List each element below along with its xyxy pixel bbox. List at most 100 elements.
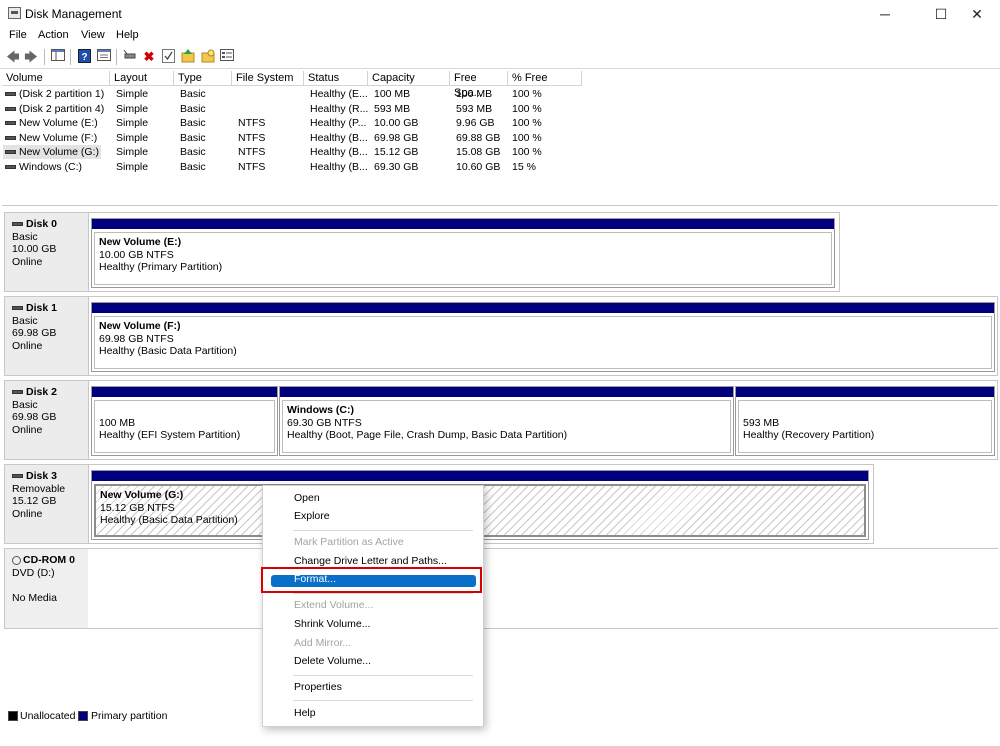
cell-free-space: 15.08 GB <box>456 146 501 158</box>
table-row[interactable]: (Disk 2 partition 1) Simple Basic Health… <box>2 87 998 102</box>
cell-status: Healthy (B... <box>310 160 368 173</box>
partition-size: 10.00 GB NTFS <box>99 248 174 261</box>
disk-icon <box>12 222 23 227</box>
legend-swatch-unallocated <box>8 711 18 721</box>
volume-list: Volume Layout Type File System Status Ca… <box>2 71 998 206</box>
new-folder-icon[interactable] <box>200 49 216 65</box>
disk-size: 10.00 GB <box>12 243 57 255</box>
column-header-capacity[interactable]: Capacity <box>368 71 450 86</box>
volume-icon <box>5 150 16 155</box>
close-button[interactable]: ✕ <box>954 0 1000 28</box>
menu-item-explore[interactable]: Explore <box>294 510 330 522</box>
connect-icon[interactable] <box>122 49 138 65</box>
column-header-free-space[interactable]: Free Spa... <box>450 71 508 99</box>
cell-free-space: 593 MB <box>456 102 493 115</box>
disk-status: Online <box>12 507 43 520</box>
cdrom-0-label[interactable]: CD-ROM 0 DVD (D:) No Media <box>4 548 90 629</box>
disk-icon <box>12 390 23 395</box>
menu-item-change-drive-letter[interactable]: Change Drive Letter and Paths... <box>294 555 447 567</box>
partition-size: 593 MB <box>743 416 780 429</box>
menu-help[interactable]: Help <box>114 29 141 41</box>
disk-2-label[interactable]: Disk 2 Basic 69.98 GB Online <box>4 380 90 460</box>
cell-capacity: 593 MB <box>374 102 411 115</box>
back-arrow-icon[interactable]: 🡄 <box>5 49 21 65</box>
context-menu: Open Explore Mark Partition as Active Ch… <box>262 485 484 727</box>
menu-separator <box>293 530 473 531</box>
menu-item-shrink-volume[interactable]: Shrink Volume... <box>294 618 370 630</box>
menu-item-help[interactable]: Help <box>294 707 316 719</box>
column-header-volume[interactable]: Volume <box>2 71 110 86</box>
cell-capacity: 100 MB <box>374 88 411 100</box>
disk-3-label[interactable]: Disk 3 Removable 15.12 GB Online <box>4 464 90 544</box>
cell-type: Basic <box>180 102 206 115</box>
disk-name: Disk 1 <box>26 302 57 314</box>
menu-view[interactable]: View <box>79 29 107 41</box>
checklist-icon[interactable] <box>160 49 176 65</box>
disk-0-label[interactable]: Disk 0 Basic 10.00 GB Online <box>4 212 90 292</box>
volume-icon <box>5 92 16 97</box>
cell-type: Basic <box>180 117 206 129</box>
cell-volume: New Volume (F:) <box>19 131 98 144</box>
cell-free-space: 100 MB <box>456 88 493 100</box>
properties-icon[interactable] <box>96 49 112 65</box>
cell-status: Healthy (B... <box>310 146 368 158</box>
cell-file-system: NTFS <box>238 131 266 144</box>
help-icon[interactable]: ? <box>76 49 92 65</box>
partition-name: Windows (C:) <box>287 404 354 416</box>
cdrom-icon <box>12 555 21 565</box>
menu-action[interactable]: Action <box>36 29 71 41</box>
table-row[interactable]: (Disk 2 partition 4) Simple Basic Health… <box>2 102 998 117</box>
cell-percent-free: 100 % <box>512 117 542 129</box>
primary-partition-bar <box>92 471 868 481</box>
partition-new-volume-e[interactable]: New Volume (E:) 10.00 GB NTFS Healthy (P… <box>91 218 835 288</box>
forward-arrow-icon[interactable]: 🡆 <box>23 49 39 65</box>
cell-status: Healthy (R... <box>310 102 369 115</box>
menu-item-open[interactable]: Open <box>294 492 320 504</box>
cdrom-name: CD-ROM 0 <box>23 554 75 566</box>
cell-free-space: 9.96 GB <box>456 117 495 129</box>
cell-volume: Windows (C:) <box>19 160 83 173</box>
disk-1-label[interactable]: Disk 1 Basic 69.98 GB Online <box>4 296 90 376</box>
column-header-file-system[interactable]: File System <box>232 71 304 86</box>
cdrom-0-panel <box>88 548 998 629</box>
primary-partition-bar <box>280 387 733 397</box>
partition-size: 100 MB <box>99 416 136 429</box>
table-row[interactable]: New Volume (E:) Simple Basic NTFS Health… <box>2 116 998 131</box>
cell-volume: (Disk 2 partition 4) <box>19 102 105 115</box>
menu-item-extend-volume: Extend Volume... <box>294 599 374 611</box>
column-header-type[interactable]: Type <box>174 71 232 86</box>
primary-partition-bar <box>92 387 277 397</box>
cell-layout: Simple <box>116 131 149 144</box>
delete-icon[interactable]: ✖ <box>141 49 157 65</box>
partition-efi-system[interactable]: 100 MB Healthy (EFI System Partition) <box>91 386 278 456</box>
disk-icon <box>12 474 23 479</box>
column-header-percent-free[interactable]: % Free <box>508 71 582 86</box>
cell-capacity: 10.00 GB <box>374 117 419 129</box>
cell-layout: Simple <box>116 88 149 100</box>
menu-item-properties[interactable]: Properties <box>294 681 342 693</box>
disk-size: 69.98 GB <box>12 411 57 423</box>
disk-status: Online <box>12 339 43 352</box>
settings-list-icon[interactable] <box>219 49 235 65</box>
partition-recovery[interactable]: 593 MB Healthy (Recovery Partition) <box>735 386 995 456</box>
partition-size: 69.30 GB NTFS <box>287 416 362 429</box>
console-tree-icon[interactable] <box>50 49 66 65</box>
partition-windows-c[interactable]: Windows (C:) 69.30 GB NTFS Healthy (Boot… <box>279 386 734 456</box>
menu-file[interactable]: File <box>7 29 29 41</box>
column-header-status[interactable]: Status <box>304 71 368 86</box>
minimize-button[interactable]: ─ <box>862 0 908 28</box>
table-row-selected[interactable]: New Volume (G:) Simple Basic NTFS Health… <box>2 145 998 160</box>
table-row[interactable]: Windows (C:) Simple Basic NTFS Healthy (… <box>2 160 998 175</box>
up-folder-icon[interactable] <box>180 49 196 65</box>
volume-icon <box>5 164 16 169</box>
partition-new-volume-f[interactable]: New Volume (F:) 69.98 GB NTFS Healthy (B… <box>91 302 995 372</box>
table-row[interactable]: New Volume (F:) Simple Basic NTFS Health… <box>2 131 998 146</box>
cell-layout: Simple <box>116 102 149 115</box>
disk-icon <box>12 306 23 311</box>
legend-swatch-primary <box>78 711 88 721</box>
column-header-layout[interactable]: Layout <box>110 71 174 86</box>
cell-file-system: NTFS <box>238 160 266 173</box>
menu-item-delete-volume[interactable]: Delete Volume... <box>294 655 371 667</box>
partition-status: Healthy (Boot, Page File, Crash Dump, Ba… <box>287 429 568 441</box>
primary-partition-bar <box>736 387 994 397</box>
